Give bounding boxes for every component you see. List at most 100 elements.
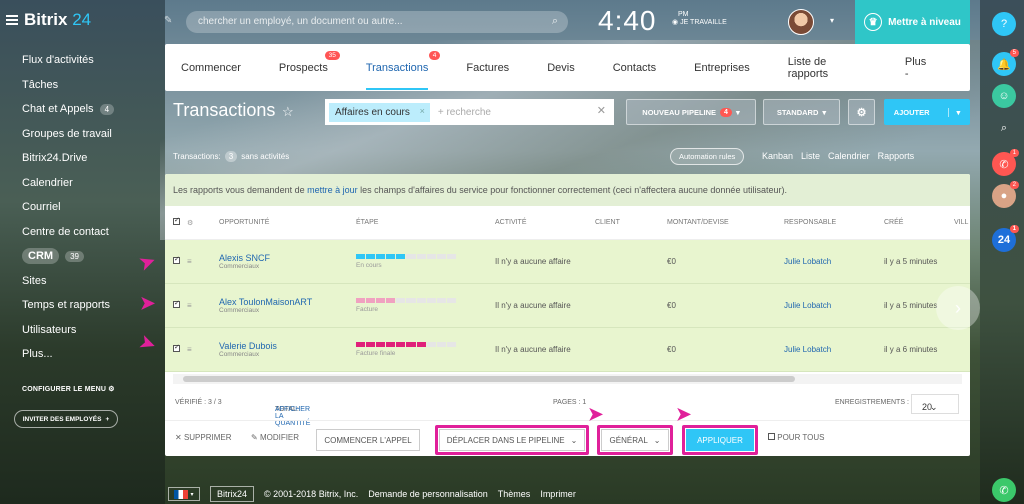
sidebar-item-label: Courriel (22, 201, 61, 214)
tab[interactable]: Prospects 35 (279, 50, 346, 74)
select-all-checkbox[interactable] (173, 216, 180, 225)
horizontal-scrollbar[interactable] (173, 374, 962, 384)
tab[interactable]: Contacts (613, 62, 674, 74)
gear-icon[interactable]: ⚙ (848, 99, 875, 125)
sidebar-item[interactable]: Utilisateurs (22, 318, 114, 343)
column-header[interactable]: VILL (954, 219, 968, 226)
column-header[interactable]: CRÉÉ (884, 219, 954, 226)
highlight-box (682, 425, 758, 455)
custom-request-link[interactable]: Demande de personnalisation (368, 489, 488, 499)
standard-button[interactable]: STANDARD ▾ (763, 99, 840, 125)
pen-icon[interactable]: ✎ (164, 15, 172, 26)
add-button[interactable]: AJOUTER ▾ (884, 99, 970, 125)
transactions-summary: Transactions: 3 sans activités (173, 151, 290, 162)
table-row[interactable]: ≡Alexis SNCFCommerciauxEn coursIl n'y a … (165, 240, 970, 284)
sidebar-item[interactable]: Plus... (22, 342, 114, 367)
row-menu-icon[interactable]: ≡ (187, 345, 219, 354)
sidebar-item-label: Centre de contact (22, 225, 109, 238)
table-row[interactable]: ≡Valerie DuboisCommerciauxFacture finale… (165, 328, 970, 372)
responsible-link[interactable]: Julie Lobatch (784, 345, 831, 354)
column-header[interactable]: ÉTAPE (356, 219, 495, 226)
row-checkbox[interactable] (173, 343, 180, 352)
stage-progress[interactable]: En cours (356, 254, 495, 269)
deal-link[interactable]: Valerie Dubois (219, 341, 356, 351)
print-link[interactable]: Imprimer (540, 489, 576, 499)
view-option[interactable]: Rapports (878, 151, 915, 161)
tab[interactable]: Plus - (905, 56, 950, 80)
bell-icon[interactable]: 🔔 5 (992, 49, 1019, 76)
stage-progress[interactable]: Facture finale (356, 342, 495, 357)
star-icon[interactable]: ☆ (282, 104, 294, 120)
column-header[interactable]: OPPORTUNITÉ (219, 219, 356, 226)
column-header[interactable]: ACTIVITÉ (495, 219, 595, 226)
settings-icon[interactable]: ⚙ (187, 219, 219, 227)
column-header[interactable]: CLIENT (595, 219, 667, 226)
sidebar-item[interactable]: CRM 39 (22, 244, 114, 269)
help-icon[interactable]: ? (992, 12, 1016, 36)
tab[interactable]: Commencer (181, 62, 259, 74)
for-all-checkbox[interactable]: POUR TOUS (768, 433, 825, 442)
sidebar-item[interactable]: Groupes de travail (22, 122, 114, 147)
column-header[interactable]: MONTANT/DEVISE (667, 219, 784, 226)
logo[interactable]: Bitrix 24 (24, 10, 91, 30)
automation-rules-button[interactable]: Automation rules (670, 148, 745, 165)
bitrix24-icon[interactable]: 24 1 (992, 225, 1019, 252)
upgrade-button[interactable]: ♛ Mettre à niveau (855, 0, 970, 44)
chevron-down-icon[interactable]: ▾ (830, 16, 834, 25)
stage-progress[interactable]: Facture (356, 298, 495, 313)
tab[interactable]: Liste de rapports (788, 56, 885, 80)
view-option[interactable]: Calendrier (828, 151, 870, 161)
responsible-link[interactable]: Julie Lobatch (784, 301, 831, 310)
call-icon[interactable]: ✆ (992, 478, 1016, 502)
language-select[interactable]: ▾ (168, 487, 200, 501)
row-menu-icon[interactable]: ≡ (187, 301, 219, 310)
row-checkbox[interactable] (173, 299, 180, 308)
work-status-button[interactable]: ◉ JE TRAVAILLE (672, 18, 727, 26)
deal-link[interactable]: Alex ToulonMaisonART (219, 297, 356, 307)
tab[interactable]: Entreprises (694, 62, 768, 74)
sidebar-item[interactable]: Courriel (22, 195, 114, 220)
column-header[interactable]: RESPONSABLE (784, 219, 884, 226)
sidebar-item[interactable]: Chat et Appels 4 (22, 97, 115, 122)
sidebar-item[interactable]: Calendrier (22, 171, 114, 196)
footer-brand[interactable]: Bitrix24 (210, 486, 255, 502)
chat-icon[interactable]: ☺ (992, 84, 1016, 108)
invite-employees-button[interactable]: INVITER DES EMPLOYÉS + (14, 410, 118, 428)
deal-link[interactable]: Alexis SNCF (219, 253, 356, 263)
edit-button[interactable]: ✎ MODIFIER (251, 433, 299, 442)
contact-avatar-icon[interactable]: ● 2 (992, 181, 1019, 208)
tab[interactable]: Devis (547, 62, 593, 74)
filter-chip[interactable]: Affaires en cours × (329, 102, 430, 122)
table-row[interactable]: ≡Alex ToulonMaisonARTCommerciauxFactureI… (165, 284, 970, 328)
global-search-input[interactable]: chercher un employé, un document ou autr… (186, 11, 568, 33)
tab[interactable]: Transactions 4 (365, 50, 447, 90)
update-link[interactable]: mettre à jour (307, 185, 358, 195)
sidebar-item[interactable]: Bitrix24.Drive (22, 146, 114, 171)
filter-search-input[interactable]: Affaires en cours × + recherche ✕ (325, 99, 614, 125)
configure-menu-link[interactable]: CONFIGURER LE MENU ⚙ (22, 385, 115, 393)
search-rail-icon[interactable]: ⌕ (992, 116, 1016, 140)
sidebar-item[interactable]: Temps et rapports (22, 293, 114, 318)
clear-icon[interactable]: ✕ (597, 104, 606, 117)
tab[interactable]: Factures (466, 62, 527, 74)
close-icon[interactable]: × (420, 106, 425, 116)
chevron-right-icon[interactable]: › (936, 286, 980, 330)
sidebar-item[interactable]: Centre de contact (22, 220, 114, 245)
phone-icon[interactable]: ✆ 1 (992, 149, 1019, 176)
responsible-link[interactable]: Julie Lobatch (784, 257, 831, 266)
new-pipeline-button[interactable]: NOUVEAU PIPELINE 4 ▾ (626, 99, 756, 125)
row-checkbox[interactable] (173, 255, 180, 264)
view-option[interactable]: Liste (801, 151, 820, 161)
sidebar-item[interactable]: Sites (22, 269, 114, 294)
row-menu-icon[interactable]: ≡ (187, 257, 219, 266)
sidebar-item[interactable]: Tâches (22, 73, 114, 98)
delete-button[interactable]: ✕ SUPPRIMER (175, 433, 232, 442)
themes-link[interactable]: Thèmes (498, 489, 531, 499)
start-call-button[interactable]: COMMENCER L'APPEL (316, 429, 420, 451)
menu-burger-icon[interactable] (6, 15, 18, 25)
sidebar-item[interactable]: Flux d'activités (22, 48, 114, 73)
user-avatar[interactable] (788, 9, 814, 35)
copyright: © 2001-2018 Bitrix, Inc. (264, 489, 359, 499)
records-per-page-select[interactable]: 20 ⌄ (911, 394, 959, 414)
view-option[interactable]: Kanban (762, 151, 793, 161)
